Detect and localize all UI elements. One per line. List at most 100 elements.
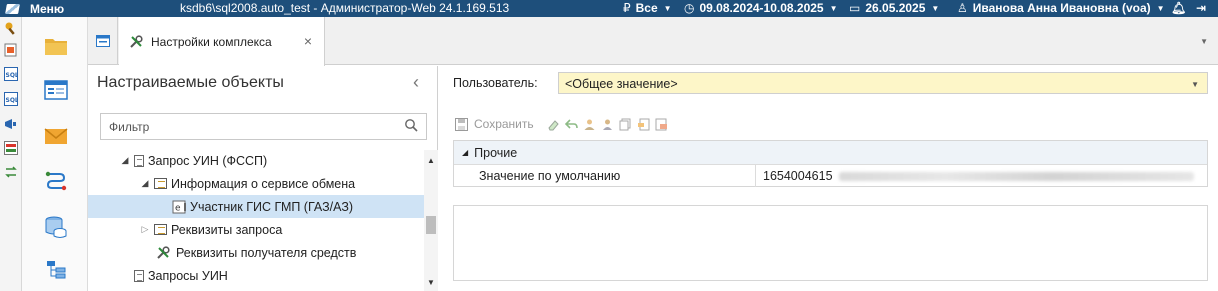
collapse-panel-icon[interactable]: ‹ <box>413 72 419 93</box>
table-icon <box>154 178 167 189</box>
eraser-icon <box>548 119 559 130</box>
tree-node[interactable]: ◢ Запрос УИН (ФССП) <box>88 149 424 172</box>
tree-node[interactable]: Реквизиты получателя средств <box>88 241 424 264</box>
import-button[interactable] <box>637 116 650 132</box>
clock-icon: ◷ <box>684 1 695 15</box>
report-icon[interactable] <box>4 43 18 57</box>
filter-input[interactable]: Фильтр <box>100 113 427 140</box>
collapsed-arrow-icon[interactable]: ▷ <box>139 224 151 235</box>
window-icon[interactable] <box>44 78 68 102</box>
route-icon[interactable] <box>44 169 68 193</box>
property-value-cell[interactable]: 1654004615 <box>756 169 1194 183</box>
scroll-up-icon[interactable]: ▲ <box>427 156 435 165</box>
property-row[interactable]: Значение по умолчанию 1654004615 <box>454 165 1207 187</box>
hierarchy-icon[interactable] <box>44 259 68 283</box>
svg-text:SQL: SQL <box>6 72 19 79</box>
scrollbar-thumb[interactable] <box>426 216 436 234</box>
tree-node[interactable]: ▷ Реквизиты запроса <box>88 218 424 241</box>
user-button[interactable] <box>601 116 614 132</box>
exit-button[interactable]: ⇥ <box>1196 1 1206 15</box>
toolbar: Сохранить <box>455 115 673 133</box>
sql-icon[interactable]: SQL <box>4 92 18 106</box>
database-icon[interactable] <box>44 215 68 239</box>
folder-icon[interactable] <box>44 34 68 58</box>
tree-node-label: Информация о сервисе обмена <box>171 176 356 191</box>
tools-icon <box>157 245 170 259</box>
svg-text:SQL: SQL <box>6 97 19 104</box>
notifications-button[interactable]: 🔔︎ <box>1171 1 1186 15</box>
undo-button[interactable] <box>564 116 578 132</box>
import-icon <box>637 118 650 130</box>
budget-selector[interactable]: ₽ Все ▼ <box>623 1 672 15</box>
expanded-arrow-icon[interactable]: ◢ <box>462 148 468 157</box>
close-icon[interactable]: × <box>304 33 312 49</box>
tree-node-label: Запросы УИН <box>148 268 228 283</box>
panel-title: Настраиваемые объекты <box>97 74 284 91</box>
save-button[interactable]: Сохранить <box>455 116 534 132</box>
save-label: Сохранить <box>474 117 534 131</box>
window-icon <box>95 35 110 47</box>
period-label: 09.08.2024-10.08.2025 <box>699 1 824 15</box>
chevron-down-icon: ▼ <box>931 4 940 13</box>
sql-icon[interactable]: SQL <box>4 67 18 81</box>
settings-panel: Пользователь: <Общее значение> ▼ Сохрани… <box>439 66 1218 291</box>
user-field-label: Пользователь: <box>453 76 538 90</box>
user-selector[interactable]: ♙ Иванова Анна Ивановна (voa) ▼ <box>957 1 1165 15</box>
tree-node[interactable]: ◢ Информация о сервисе обмена <box>88 172 424 195</box>
user-label: Иванова Анна Ивановна (voa) <box>972 1 1151 15</box>
search-icon[interactable] <box>404 118 418 132</box>
home-tab[interactable] <box>88 17 118 65</box>
tree-scrollbar[interactable]: ▲ ▼ <box>424 150 438 291</box>
copy-icon <box>619 118 631 130</box>
tree-node-label: Реквизиты запроса <box>171 222 283 237</box>
megaphone-icon[interactable] <box>4 117 18 131</box>
copy-button[interactable] <box>619 116 632 132</box>
tree-node-selected[interactable]: e Участник ГИС ГМП (ГАЗ/АЗ) <box>88 195 424 218</box>
mail-icon[interactable] <box>44 124 68 148</box>
tab-bar: Настройки комплекса × ▼ <box>88 17 1218 66</box>
property-value: 1654004615 <box>763 169 833 183</box>
exec-icon[interactable] <box>4 141 18 155</box>
budget-label: Все <box>635 1 658 15</box>
user-select[interactable]: <Общее значение> ▼ <box>558 72 1208 94</box>
chevron-down-icon[interactable]: ▼ <box>1200 37 1208 46</box>
tab-settings[interactable]: Настройки комплекса × <box>119 17 325 66</box>
tools-icon <box>130 34 143 48</box>
undo-icon <box>564 118 578 129</box>
properties-grid: ◢ Прочие Значение по умолчанию 165400461… <box>453 140 1208 187</box>
bell-icon: 🔔︎ <box>1171 1 1187 15</box>
scroll-down-icon[interactable]: ▼ <box>427 278 435 287</box>
expanded-arrow-icon[interactable]: ◢ <box>139 178 151 189</box>
clear-button[interactable] <box>547 116 560 132</box>
property-group[interactable]: ◢ Прочие <box>454 141 1207 165</box>
app-logo-icon <box>6 3 20 15</box>
table-icon <box>154 224 167 235</box>
date-selector[interactable]: ▭ 26.05.2025 ▼ <box>849 1 939 15</box>
calendar-icon: ▭ <box>849 1 861 15</box>
chevron-down-icon[interactable]: ▼ <box>1191 80 1199 89</box>
parameter-icon: e <box>172 200 186 213</box>
property-group-label: Прочие <box>474 145 518 160</box>
tools-icon[interactable] <box>4 21 18 35</box>
quick-launch-strip: SQL SQL <box>0 17 22 291</box>
tree-node[interactable]: Запросы УИН <box>88 264 424 287</box>
chevron-down-icon: ▼ <box>829 4 838 13</box>
export-button[interactable] <box>655 116 668 132</box>
navigation-panel <box>22 17 88 291</box>
tree-node-label: Запрос УИН (ФССП) <box>148 153 268 168</box>
users-button[interactable] <box>583 116 596 132</box>
redacted-text <box>838 171 1194 181</box>
chevron-down-icon: ▼ <box>1156 4 1165 13</box>
main-menu-button[interactable]: Меню <box>0 2 88 16</box>
expanded-arrow-icon[interactable]: ◢ <box>119 155 131 166</box>
period-selector[interactable]: ◷ 09.08.2024-10.08.2025 ▼ <box>684 1 838 15</box>
ruble-icon: ₽ <box>623 1 631 15</box>
save-icon <box>455 117 468 131</box>
user-icon <box>602 119 612 130</box>
exchange-icon[interactable] <box>4 165 18 179</box>
date-label: 26.05.2025 <box>865 1 926 15</box>
property-name: Значение по умолчанию <box>454 165 756 187</box>
configurable-objects-panel: Настраиваемые объекты ‹ Фильтр ◢ Запрос … <box>88 66 438 291</box>
tab-label: Настройки комплекса <box>151 34 272 49</box>
exit-icon: ⇥ <box>1196 1 1207 15</box>
